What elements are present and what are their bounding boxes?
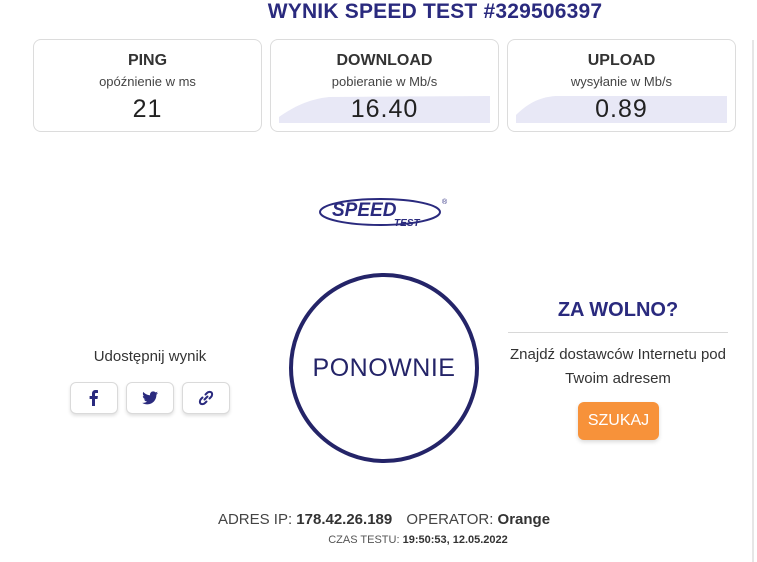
ping-title: PING — [127, 52, 168, 69]
ping-card: PING opóźnienie w ms 21 — [33, 39, 262, 132]
svg-text:®: ® — [442, 198, 448, 206]
test-time-line: CZAS TESTU: 19:50:53, 12.05.2022 — [140, 534, 696, 546]
svg-text:TEST: TEST — [394, 218, 420, 229]
upload-title: UPLOAD — [587, 52, 656, 69]
twitter-icon — [142, 391, 158, 405]
speedtest-logo: SPEED TEST ® — [319, 198, 448, 229]
too-slow-title: ZA WOLNO? — [557, 299, 679, 321]
ip-operator-line: ADRES IP: 178.42.26.189 OPERATOR: Orange — [140, 511, 628, 528]
too-slow-text: Znajdź dostawców Internetu pod Twoim adr… — [510, 346, 726, 387]
svg-text:SPEED: SPEED — [332, 200, 397, 221]
right-divider — [752, 40, 754, 562]
download-value: 16.40 — [350, 95, 419, 123]
facebook-share-button[interactable] — [70, 382, 118, 414]
ip-value: 178.42.26.189 — [296, 511, 393, 528]
download-card: DOWNLOAD pobieranie w Mb/s 16.40 — [270, 39, 499, 132]
upload-card: UPLOAD wysyłanie w Mb/s 0.89 — [507, 39, 736, 132]
test-time-label: CZAS TESTU: — [328, 534, 400, 546]
too-slow-divider — [508, 332, 728, 333]
facebook-icon — [89, 390, 98, 406]
ping-subtitle: opóźnienie w ms — [99, 74, 196, 89]
link-icon — [198, 390, 214, 406]
page-title: WYNIK SPEED TEST #329506397 — [267, 0, 603, 23]
upload-value: 0.89 — [595, 95, 648, 123]
test-time-value: 19:50:53, 12.05.2022 — [402, 534, 508, 546]
retest-button[interactable]: PONOWNIE — [289, 273, 479, 463]
download-title: DOWNLOAD — [336, 52, 433, 69]
operator-value: Orange — [497, 511, 551, 528]
operator-label: OPERATOR: — [406, 511, 494, 528]
ip-label: ADRES IP: — [217, 511, 293, 528]
download-subtitle: pobieranie w Mb/s — [331, 74, 438, 89]
search-providers-button[interactable]: SZUKAJ — [578, 402, 659, 440]
share-label: Udostępnij wynik — [93, 348, 207, 365]
ping-value: 21 — [132, 95, 163, 123]
upload-subtitle: wysyłanie w Mb/s — [570, 74, 673, 89]
copy-link-button[interactable] — [182, 382, 230, 414]
twitter-share-button[interactable] — [126, 382, 174, 414]
